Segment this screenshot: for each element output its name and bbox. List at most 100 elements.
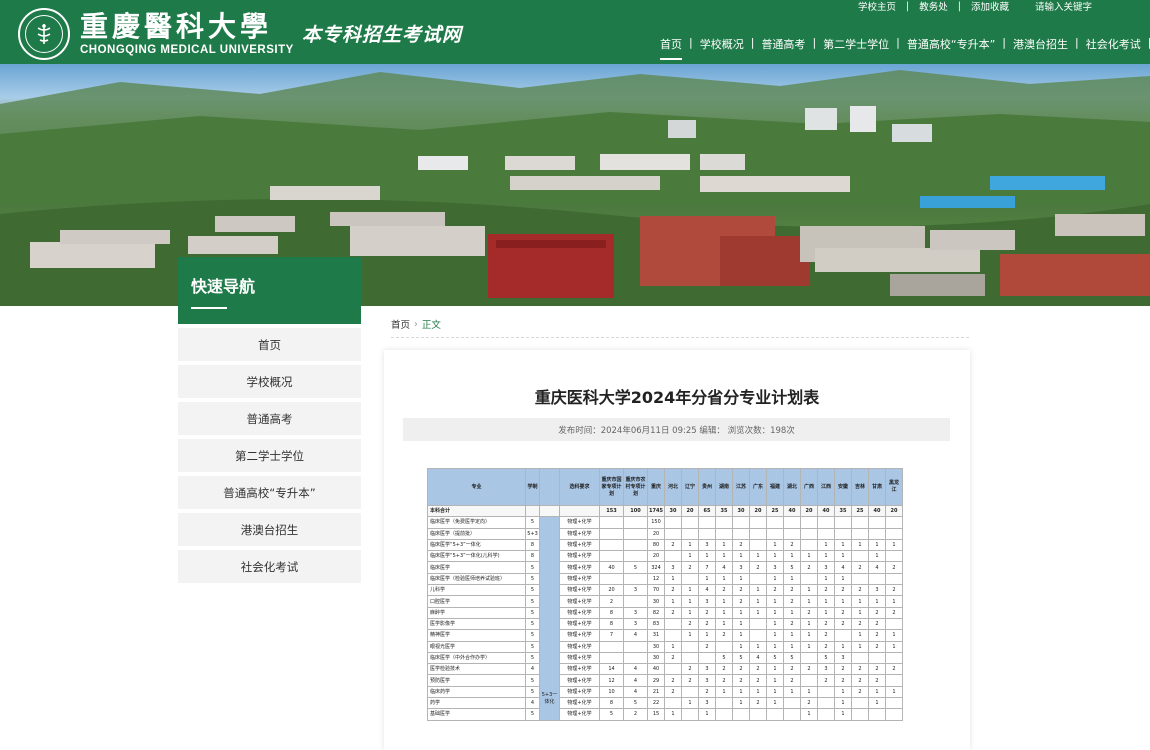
- top-link-add-favorite[interactable]: 添加收藏: [971, 0, 1009, 13]
- sidebar-item-school-overview[interactable]: 学校概况: [178, 365, 361, 398]
- table-cell: [885, 516, 903, 529]
- table-cell: 1: [664, 708, 682, 721]
- table-cell: 35: [715, 504, 733, 518]
- breadcrumb-home[interactable]: 首页: [391, 317, 410, 331]
- table-cell: 1: [783, 550, 801, 563]
- table-cell: 物理+化学: [559, 629, 600, 642]
- table-cell: 1: [766, 572, 784, 586]
- quick-nav-sidebar: 快速导航 首页 学校概况 普通高考 第二学士学位 普通高校“专升本” 港澳台招生…: [178, 257, 361, 583]
- university-logo[interactable]: 重慶醫科大學 CHONGQING MEDICAL UNIVERSITY: [18, 8, 294, 60]
- table-cell: [868, 516, 886, 529]
- table-cell: 4: [834, 561, 852, 574]
- table-cell: 2: [817, 674, 835, 687]
- nav-second-degree[interactable]: 第二学士学位: [823, 36, 889, 58]
- table-cell: 1: [800, 640, 818, 653]
- nav-school-overview[interactable]: 学校概况: [700, 36, 744, 58]
- main-nav: 首页 | 学校概况 | 普通高考 | 第二学士学位 | 普通高校“专升本” | …: [660, 36, 1150, 60]
- table-cell: [599, 550, 624, 563]
- major-name-cell: 医学检验技术: [427, 663, 526, 676]
- table-cell: 5: [525, 708, 540, 721]
- table-cell: 14: [599, 663, 624, 676]
- table-cell: 1: [698, 572, 716, 586]
- table-cell: 1: [851, 595, 869, 608]
- table-cell: 2: [599, 595, 624, 608]
- nav-general-exam[interactable]: 普通高考: [761, 36, 805, 58]
- table-cell: [817, 516, 835, 529]
- table-cell: 8: [599, 606, 624, 619]
- sidebar-item-social-exam[interactable]: 社会化考试: [178, 550, 361, 583]
- table-cell: 5+3: [525, 527, 540, 540]
- table-cell: 1: [851, 538, 869, 552]
- table-cell: 20: [885, 504, 903, 518]
- top-link-school-home[interactable]: 学校主页: [858, 0, 896, 13]
- table-cell: 3: [817, 561, 835, 574]
- table-cell: 1: [681, 538, 699, 552]
- table-cell: 1: [766, 663, 784, 676]
- table-cell: [623, 651, 648, 665]
- sidebar-item-hk-macao-taiwan[interactable]: 港澳台招生: [178, 513, 361, 546]
- nav-hk-macao-taiwan[interactable]: 港澳台招生: [1013, 36, 1068, 58]
- table-cell: 3: [623, 584, 648, 597]
- sidebar-item-home[interactable]: 首页: [178, 328, 361, 361]
- table-cell: 3: [623, 606, 648, 619]
- table-cell: 1: [766, 685, 784, 699]
- table-cell: 3: [766, 561, 784, 574]
- table-cell: [539, 504, 560, 518]
- table-cell: 3: [698, 538, 716, 552]
- nav-social-exam[interactable]: 社会化考试: [1086, 36, 1141, 58]
- table-cell: 3: [698, 674, 716, 687]
- table-cell: 2: [732, 663, 750, 676]
- sidebar-item-upgrade-bachelor[interactable]: 普通高校“专升本”: [178, 476, 361, 509]
- table-cell: 5: [623, 561, 648, 574]
- top-link-academic-affairs[interactable]: 教务处: [919, 0, 948, 13]
- table-cell: [732, 708, 750, 721]
- top-link-separator: |: [906, 0, 910, 12]
- table-row: 眼视光医学 5 物理+化学 30 1 2 1 1 1 1 1 2 1 1 2 1: [427, 640, 903, 653]
- table-cell: 2: [698, 606, 716, 619]
- quick-nav-title: 快速导航: [191, 277, 256, 296]
- table-cell: 3: [868, 584, 886, 597]
- sidebar-item-general-exam[interactable]: 普通高考: [178, 402, 361, 435]
- table-cell: 1: [749, 595, 767, 608]
- table-cell: [715, 640, 733, 653]
- table-cell: 40: [783, 504, 801, 518]
- university-name-en: CHONGQING MEDICAL UNIVERSITY: [80, 44, 294, 56]
- table-cell: 2: [715, 674, 733, 687]
- table-row: 基础医学 5 物理+化学 5 2 15 1 1 1 1: [427, 708, 903, 721]
- table-cell: [885, 617, 903, 631]
- table-cell: [681, 640, 699, 653]
- sidebar-item-second-degree[interactable]: 第二学士学位: [178, 439, 361, 472]
- campus-banner-image: [0, 64, 1150, 306]
- table-header-cell: 江西: [817, 468, 835, 506]
- table-cell: [664, 663, 682, 676]
- table-cell: 1: [885, 640, 903, 653]
- top-link-separator: |: [957, 0, 961, 12]
- table-cell: 1: [766, 674, 784, 687]
- table-cell: 25: [766, 504, 784, 518]
- nav-upgrade-bachelor[interactable]: 普通高校“专升本”: [907, 36, 995, 58]
- table-cell: 1: [766, 550, 784, 563]
- table-cell: 物理+化学: [559, 651, 600, 665]
- table-cell: 1: [732, 617, 750, 631]
- table-cell: [885, 674, 903, 687]
- table-cell: 5: [766, 651, 784, 665]
- table-cell: 2: [715, 584, 733, 597]
- table-cell: 2: [885, 606, 903, 619]
- table-cell: 物理+化学: [559, 685, 600, 699]
- major-name-cell: 临床药学: [427, 685, 526, 699]
- table-cell: 5: [525, 640, 540, 653]
- table-header-cell: [539, 468, 560, 506]
- table-cell: 4: [623, 685, 648, 699]
- article-meta: 发布时间：2024年06月11日 09:25 编辑： 浏览次数：198次: [403, 418, 950, 441]
- major-name-cell: 临床医学“5+3”一体化(儿科学): [427, 550, 526, 563]
- table-cell: 1: [834, 697, 852, 710]
- article-card: 重庆医科大学2024年分省分专业计划表 发布时间：2024年06月11日 09:…: [384, 350, 970, 750]
- table-cell: 2: [783, 617, 801, 631]
- table-cell: 2: [851, 663, 869, 676]
- table-cell: 80: [647, 538, 665, 552]
- table-cell: 2: [732, 674, 750, 687]
- table-cell: 2: [681, 663, 699, 676]
- table-cell: [817, 685, 835, 699]
- nav-home[interactable]: 首页: [660, 36, 682, 60]
- search-input[interactable]: 请输入关键字: [1035, 0, 1092, 13]
